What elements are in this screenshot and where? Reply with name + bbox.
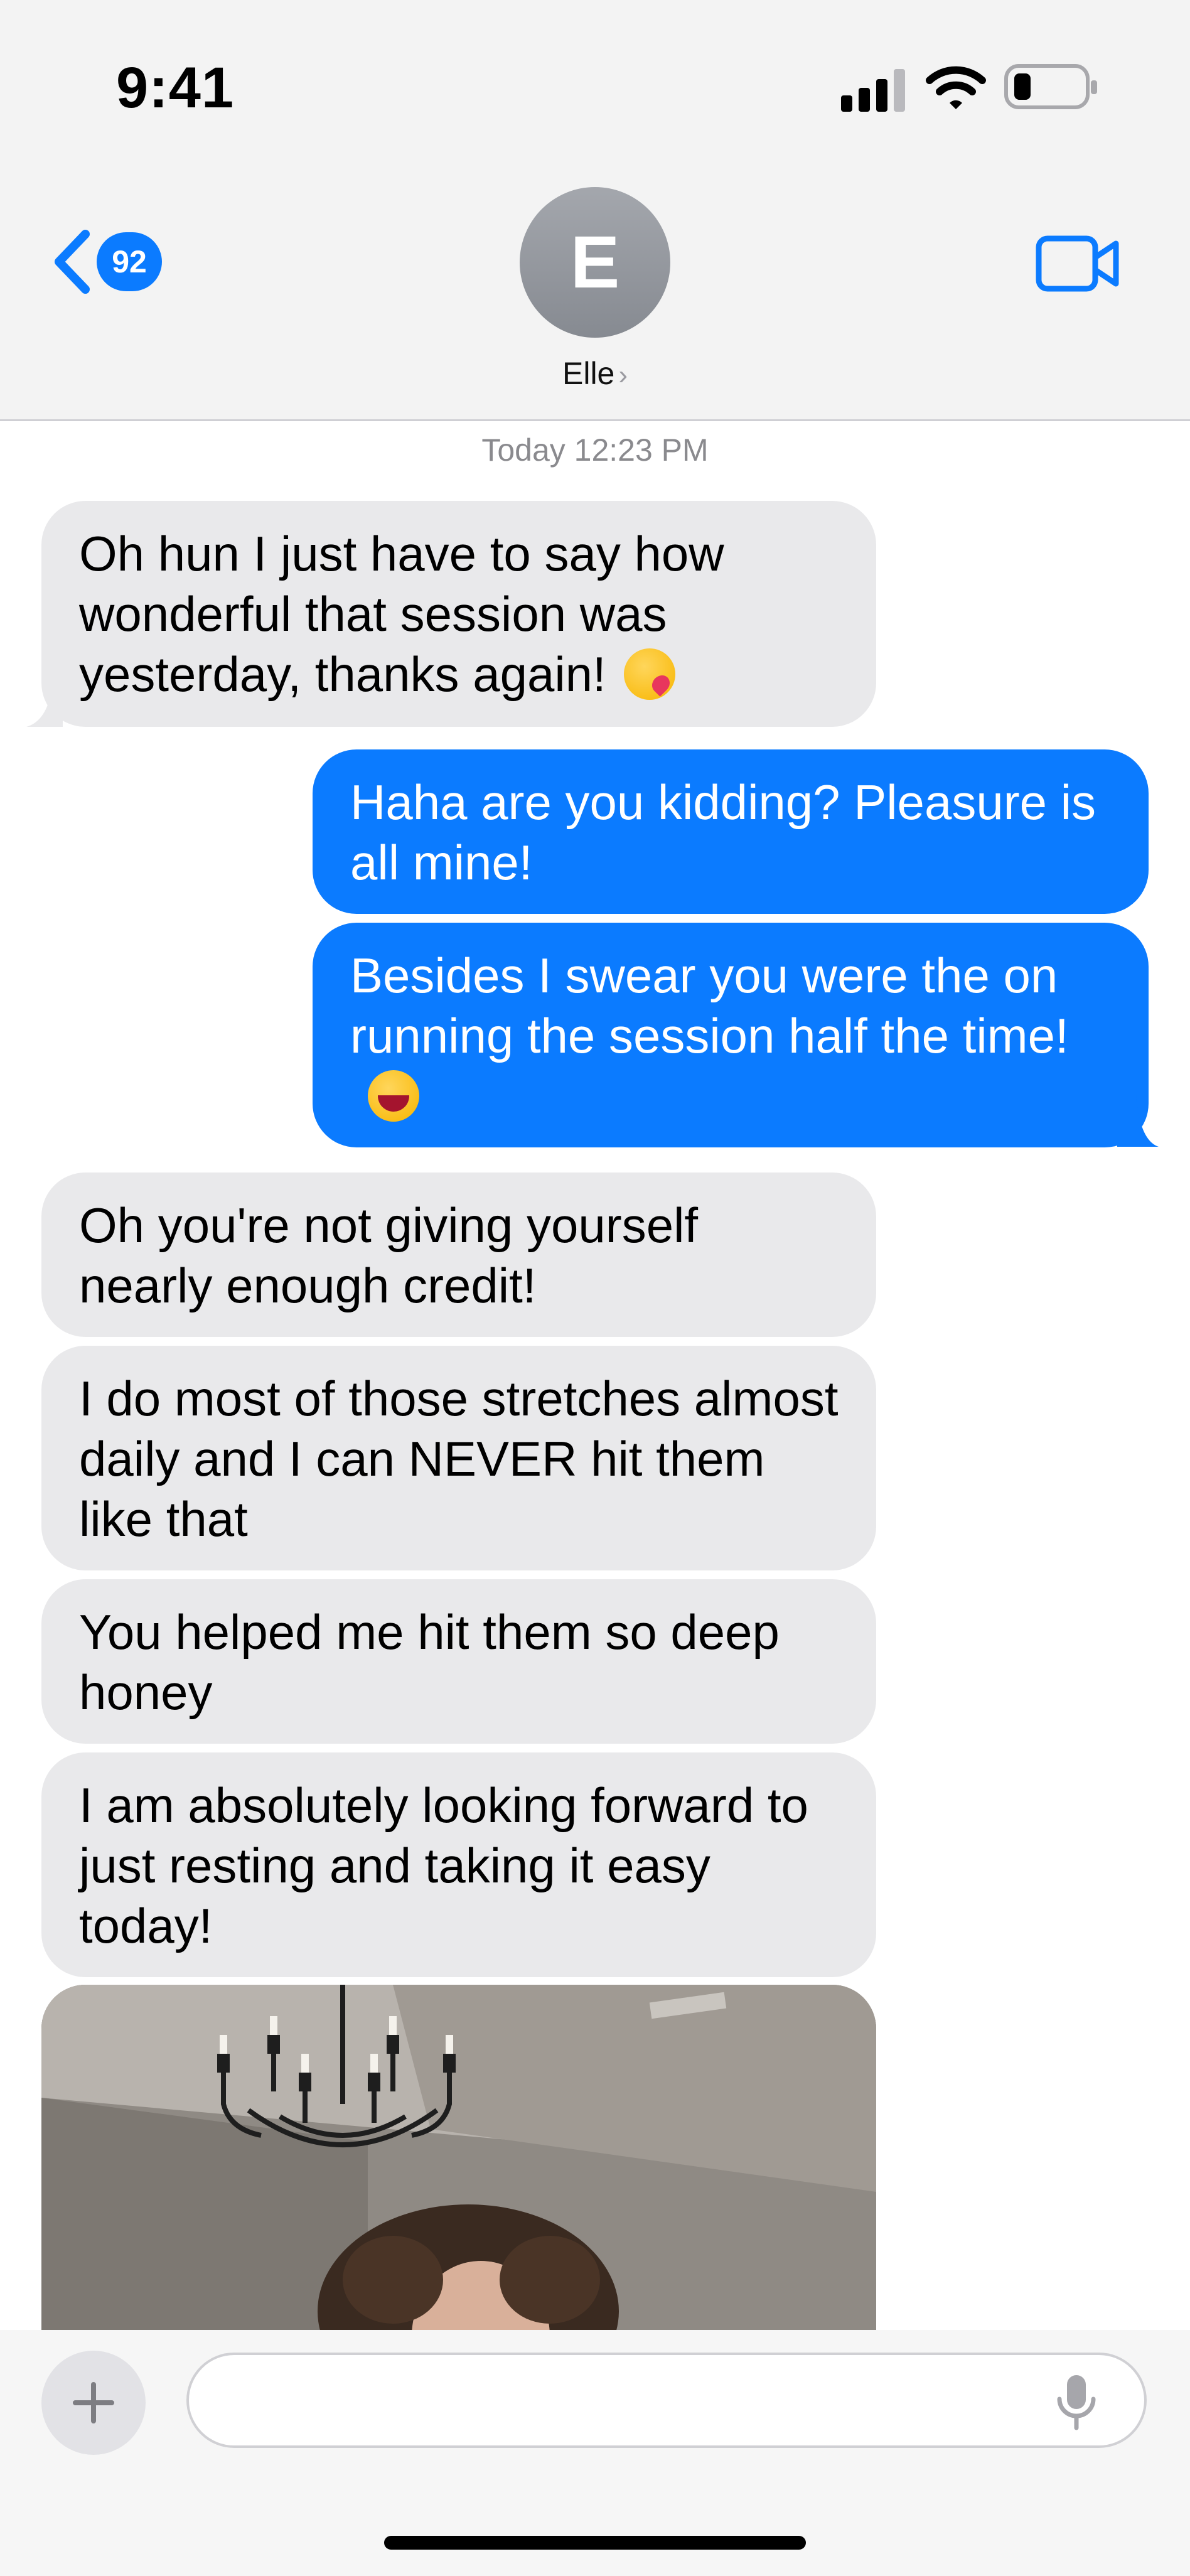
message-bubble-incoming[interactable]: Oh hun I just have to say how wonderful … bbox=[41, 501, 876, 727]
bubble-tail bbox=[1117, 1095, 1159, 1147]
plus-icon bbox=[73, 2382, 114, 2423]
message-text: I am absolutely looking forward to just … bbox=[79, 1778, 808, 1953]
message-text: Besides I swear you were the on running … bbox=[350, 948, 1069, 1063]
contact-name-label: Elle bbox=[562, 356, 615, 391]
chevron-right-icon: › bbox=[618, 360, 628, 390]
message-bubble-outgoing[interactable]: Besides I swear you were the on running … bbox=[313, 923, 1149, 1147]
message-text: Oh you're not giving yourself nearly eno… bbox=[79, 1198, 699, 1313]
message-input[interactable] bbox=[186, 2353, 1147, 2448]
grinning-sweat-emoji-icon bbox=[368, 1070, 419, 1122]
kissing-face-emoji-icon bbox=[623, 648, 675, 700]
photo-attachment[interactable] bbox=[41, 1985, 876, 2336]
message-text: You helped me hit them so deep honey bbox=[79, 1604, 780, 1720]
conversation-header: 9:41 92 E Elle › bbox=[0, 0, 1190, 421]
message-bubble-outgoing[interactable]: Haha are you kidding? Pleasure is all mi… bbox=[313, 749, 1149, 914]
message-bubble-incoming[interactable]: You helped me hit them so deep honey bbox=[41, 1579, 876, 1744]
message-text: I do most of those stretches almost dail… bbox=[79, 1371, 839, 1547]
back-button[interactable]: 92 bbox=[50, 229, 162, 294]
chevron-left-icon bbox=[55, 230, 90, 294]
battery-icon bbox=[1004, 64, 1097, 109]
home-indicator[interactable] bbox=[384, 2536, 806, 2550]
bubble-tail bbox=[26, 697, 63, 727]
message-timestamp: Today 12:23 PM bbox=[481, 432, 709, 468]
contact-name[interactable]: Elle › bbox=[0, 355, 1190, 392]
photo-image bbox=[41, 1985, 876, 2336]
message-bubble-incoming[interactable]: I do most of those stretches almost dail… bbox=[41, 1346, 876, 1570]
message-bubble-incoming[interactable]: I am absolutely looking forward to just … bbox=[41, 1752, 876, 1977]
microphone-icon[interactable] bbox=[1054, 2373, 1098, 2432]
status-time: 9:41 bbox=[116, 56, 235, 120]
wifi-icon bbox=[926, 66, 986, 109]
plus-button[interactable] bbox=[41, 2351, 146, 2455]
unread-count-badge: 92 bbox=[97, 232, 162, 291]
avatar[interactable]: E bbox=[520, 187, 670, 338]
message-text: Haha are you kidding? Pleasure is all mi… bbox=[350, 775, 1096, 890]
message-bubble-incoming[interactable]: Oh you're not giving yourself nearly eno… bbox=[41, 1173, 876, 1337]
video-call-icon[interactable] bbox=[1036, 233, 1121, 294]
cellular-signal-icon bbox=[841, 69, 905, 112]
